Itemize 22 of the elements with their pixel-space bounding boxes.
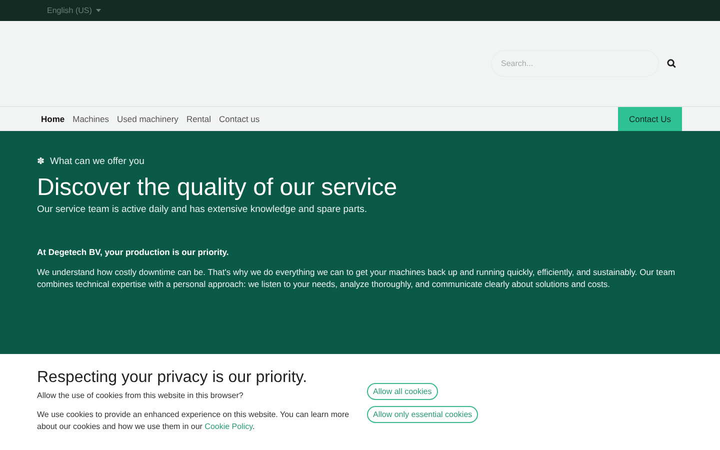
nav-link[interactable]: Contact us [219, 112, 260, 126]
nav-link[interactable]: Used machinery [117, 112, 178, 126]
search-field[interactable]: Search... [491, 50, 659, 77]
nav-link[interactable]: Home [41, 112, 65, 126]
eyebrow-icon: ✽ [37, 155, 45, 169]
hero-title: Discover the quality of our service [37, 173, 398, 204]
language-dropdown[interactable]: English (US) [47, 4, 101, 16]
body-text: We understand how costly downtime can be. That's why we do everything we can to get your machines back up and running quickly, efficiently, and sustainably. Our team combines technical expertise with a personal approach: we listen to your needs, analyze thoroughly, and communicate clearly about solutions and costs. [37, 266, 676, 290]
nav-link[interactable]: Rental [186, 112, 212, 126]
caret-icon [96, 9, 101, 12]
lead-text: At Degetech BV, your production is our priority. [37, 246, 230, 258]
cookie-title: Respecting your privacy is our priority. [37, 368, 308, 388]
cookie-policy-link[interactable]: Cookie Policy [204, 422, 253, 431]
cookie-button[interactable]: Allow all cookies [367, 383, 438, 400]
cookie-text: We use cookies to provide an enhanced experience on this website. You can learn more about our cookies and how we use them in our Cookie Policy. [37, 409, 350, 433]
cookie-button[interactable]: Allow only essential cookies [367, 406, 478, 423]
hero-subtitle: Our service team is active daily and has extensive knowledge and spare parts. [37, 203, 368, 218]
contact-us-button[interactable]: Contact Us [618, 106, 682, 132]
nav-link[interactable]: Machines [72, 112, 110, 126]
search-icon[interactable] [667, 59, 676, 68]
cookie-question: Allow the use of cookies from this website in this browser? [37, 390, 244, 402]
eyebrow-text: What can we offer you [50, 155, 144, 169]
